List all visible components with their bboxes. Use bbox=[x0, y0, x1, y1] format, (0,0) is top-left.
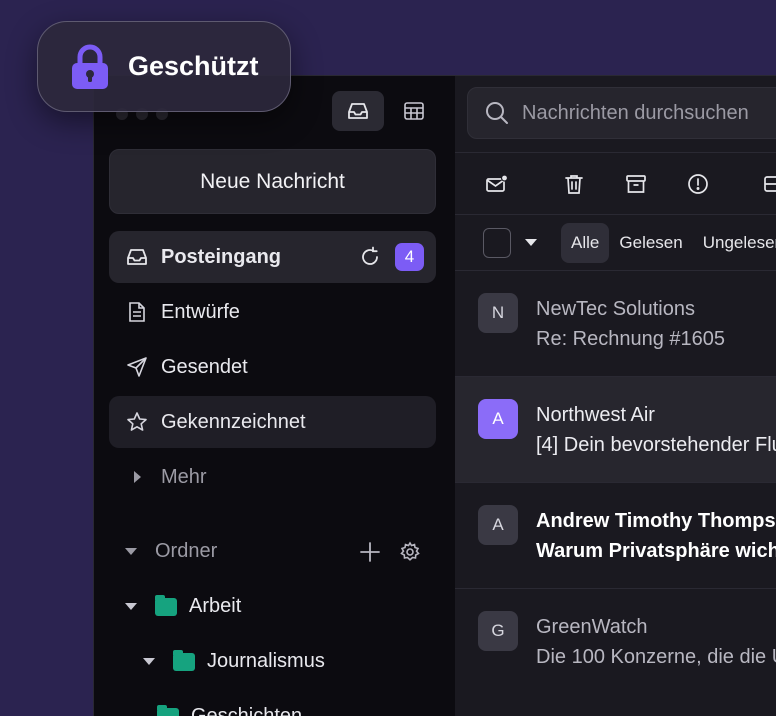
message-row[interactable]: G GreenWatch Die 100 Konzerne, die die U… bbox=[455, 588, 776, 694]
sidebar-item-label: Mehr bbox=[161, 465, 207, 488]
folders-header-label: Ordner bbox=[155, 540, 218, 562]
folder-icon bbox=[157, 704, 179, 716]
message-row[interactable]: N NewTec Solutions Re: Rechnung #1605 bbox=[455, 270, 776, 376]
sidebar-item-label: Entwürfe bbox=[161, 300, 240, 323]
folder-item-stories[interactable]: Geschichten bbox=[109, 689, 436, 716]
lock-icon bbox=[72, 44, 108, 89]
folder-section: Ordner Arbeit Journalismus Geschichten bbox=[109, 524, 436, 716]
new-message-label: Neue Nachricht bbox=[200, 169, 345, 193]
calendar-view-button[interactable] bbox=[388, 91, 440, 131]
message-list-pane: Nachrichten durchsuchen Alle Gelesen Ung… bbox=[455, 76, 776, 716]
avatar: G bbox=[478, 611, 518, 651]
chevron-down-icon bbox=[143, 658, 155, 665]
add-folder-icon[interactable] bbox=[359, 541, 381, 563]
message-subject: Re: Rechnung #1605 bbox=[536, 328, 726, 350]
folder-settings-icon[interactable] bbox=[399, 540, 421, 563]
sidebar-item-drafts[interactable]: Entwürfe bbox=[109, 286, 436, 338]
draft-icon bbox=[125, 300, 149, 324]
folder-label: Journalismus bbox=[207, 650, 325, 672]
folder-icon bbox=[155, 594, 177, 616]
calendar-icon bbox=[404, 102, 424, 120]
message-sender: Northwest Air bbox=[536, 404, 655, 426]
mark-unread-button[interactable] bbox=[485, 172, 509, 196]
filter-all[interactable]: Alle bbox=[561, 222, 610, 263]
star-icon bbox=[125, 410, 149, 434]
sidebar-item-label: Posteingang bbox=[161, 245, 282, 268]
protected-label: Geschützt bbox=[128, 51, 259, 81]
archive-icon bbox=[626, 174, 646, 193]
send-icon bbox=[125, 355, 149, 379]
message-subject: [4] Dein bevorstehender Flug bbox=[536, 434, 776, 456]
filter-bar: Alle Gelesen Ungelesen bbox=[455, 214, 776, 270]
sidebar-item-more[interactable]: Mehr bbox=[109, 451, 436, 503]
message-sender: Andrew Timothy Thompson bbox=[536, 510, 776, 532]
inbox-icon bbox=[125, 245, 149, 269]
archive-button[interactable] bbox=[625, 172, 647, 196]
message-list: N NewTec Solutions Re: Rechnung #1605 A … bbox=[455, 270, 776, 694]
folder-item-journalism[interactable]: Journalismus bbox=[109, 634, 436, 689]
folder-item-work[interactable]: Arbeit bbox=[109, 579, 436, 634]
select-all-checkbox[interactable] bbox=[483, 227, 512, 258]
chevron-down-icon bbox=[125, 548, 137, 555]
unread-count-badge: 4 bbox=[395, 243, 424, 271]
mailbox-nav: Posteingang 4 Entwürfe Gesendet Gekennze… bbox=[109, 231, 436, 506]
mail-dot-icon bbox=[486, 173, 509, 192]
sidebar-item-label: Gesendet bbox=[161, 355, 248, 378]
trash-icon bbox=[565, 174, 583, 194]
folder-label: Geschichten bbox=[191, 705, 303, 716]
inbox-icon bbox=[348, 103, 368, 119]
sidebar-item-inbox[interactable]: Posteingang 4 bbox=[109, 231, 436, 283]
message-subject: Warum Privatsphäre wichtig ist bbox=[536, 540, 776, 562]
alert-circle-icon bbox=[688, 173, 708, 194]
message-toolbar bbox=[455, 152, 776, 214]
message-row[interactable]: A Andrew Timothy Thompson Warum Privatsp… bbox=[455, 482, 776, 588]
search-input[interactable]: Nachrichten durchsuchen bbox=[467, 87, 776, 139]
refresh-icon[interactable] bbox=[359, 246, 381, 268]
message-subject: Die 100 Konzerne, die die Umwelt bbox=[536, 646, 776, 668]
filter-read[interactable]: Gelesen bbox=[609, 223, 692, 263]
mail-window: Neue Nachricht Posteingang 4 Entwürfe Ge… bbox=[94, 76, 776, 716]
mail-view-button[interactable] bbox=[332, 91, 384, 131]
view-toggle bbox=[332, 91, 440, 131]
spam-button[interactable] bbox=[687, 172, 709, 196]
chevron-down-icon bbox=[125, 603, 137, 610]
folders-header[interactable]: Ordner bbox=[109, 524, 436, 579]
search-icon bbox=[486, 102, 508, 124]
folder-label: Arbeit bbox=[189, 595, 242, 617]
delete-button[interactable] bbox=[563, 172, 585, 196]
sidebar-item-starred[interactable]: Gekennzeichnet bbox=[109, 396, 436, 448]
sidebar: Neue Nachricht Posteingang 4 Entwürfe Ge… bbox=[94, 76, 455, 716]
new-message-button[interactable]: Neue Nachricht bbox=[109, 149, 436, 214]
message-row[interactable]: A Northwest Air [4] Dein bevorstehender … bbox=[455, 376, 776, 482]
avatar: A bbox=[478, 399, 518, 439]
move-button[interactable] bbox=[763, 172, 776, 196]
message-sender: GreenWatch bbox=[536, 616, 648, 638]
sidebar-item-sent[interactable]: Gesendet bbox=[109, 341, 436, 393]
sidebar-item-label: Gekennzeichnet bbox=[161, 410, 306, 433]
avatar: N bbox=[478, 293, 518, 333]
folder-icon bbox=[173, 649, 195, 671]
message-sender: NewTec Solutions bbox=[536, 298, 695, 320]
select-options-dropdown[interactable] bbox=[525, 239, 538, 246]
search-placeholder: Nachrichten durchsuchen bbox=[522, 101, 749, 124]
filter-unread[interactable]: Ungelesen bbox=[693, 223, 776, 263]
protected-badge: Geschützt bbox=[37, 21, 291, 112]
move-icon bbox=[764, 175, 776, 192]
avatar: A bbox=[478, 505, 518, 545]
chevron-right-icon bbox=[125, 465, 149, 489]
